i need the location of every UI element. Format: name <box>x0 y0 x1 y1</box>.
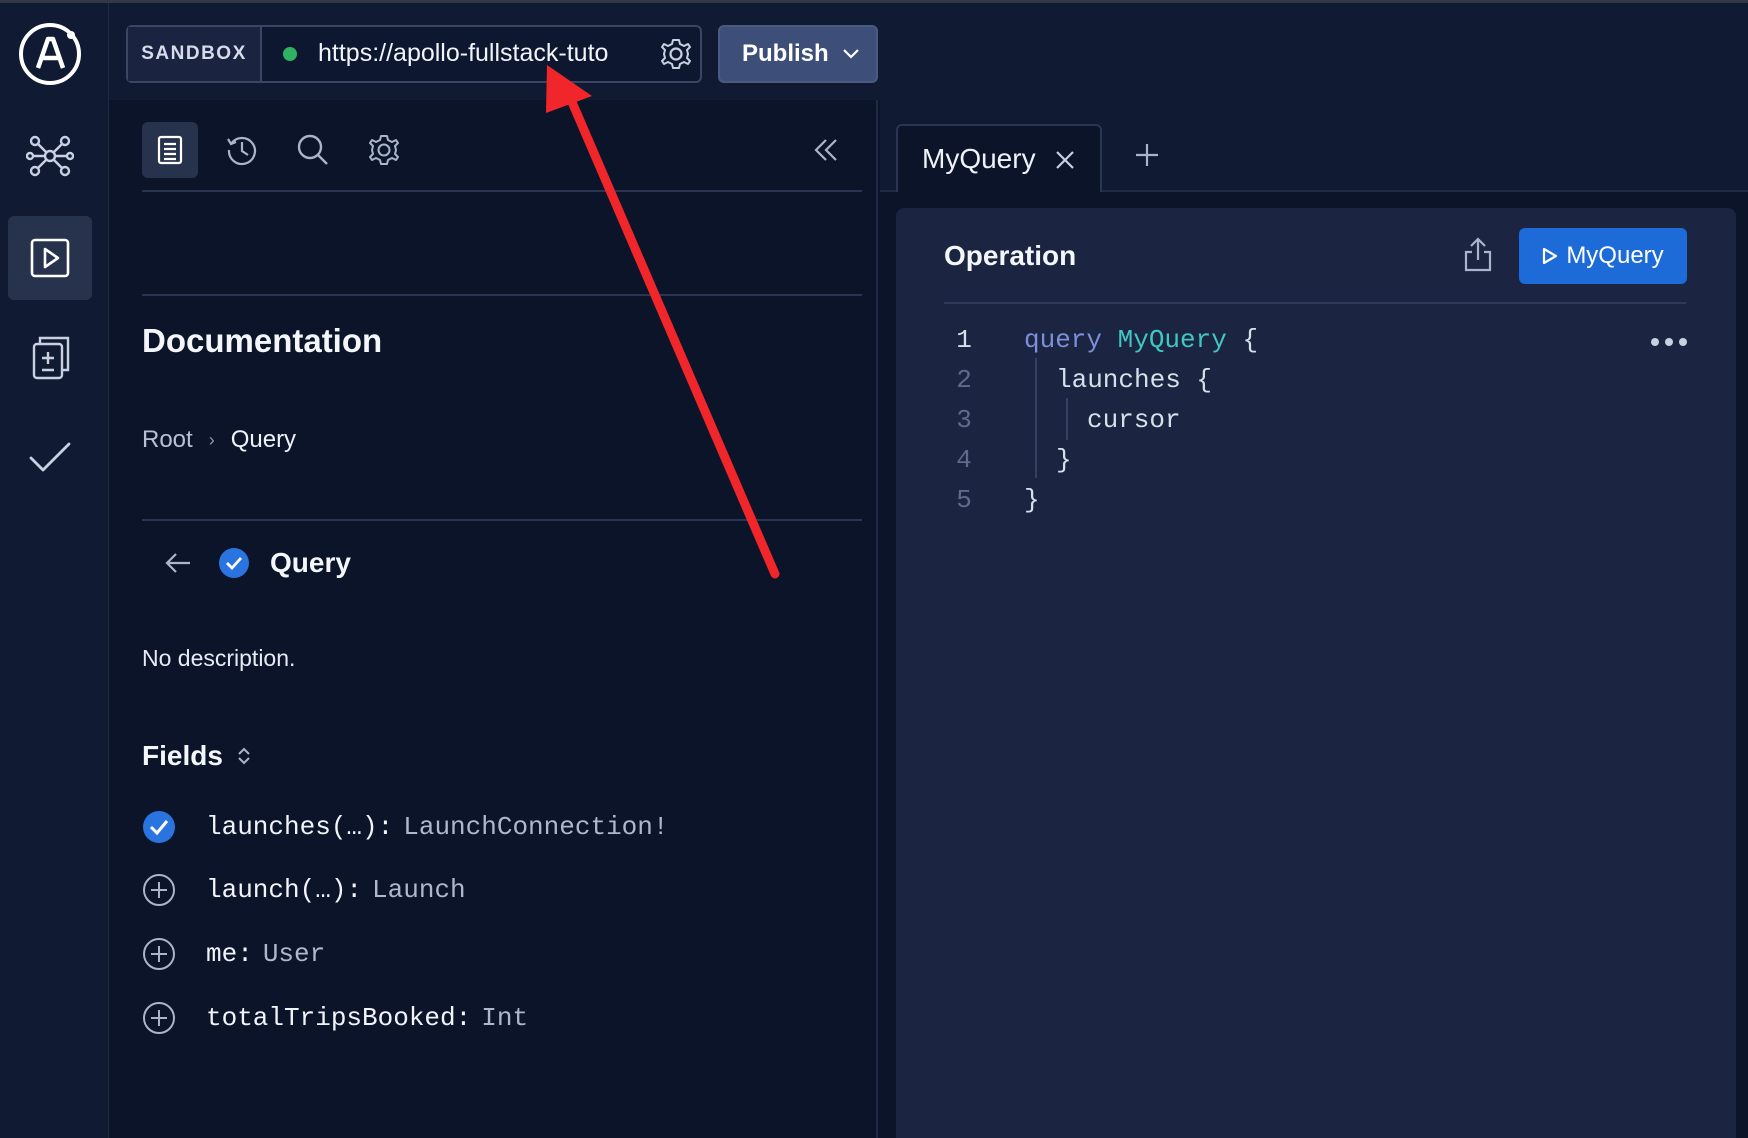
type-name: Query <box>270 547 351 578</box>
tab-myquery[interactable]: MyQuery <box>896 124 1102 192</box>
code-line[interactable]: 1 query MyQuery { <box>944 322 1258 358</box>
field-name[interactable]: me: <box>206 939 253 969</box>
breadcrumb-root[interactable]: Root <box>142 426 193 454</box>
code-text[interactable]: cursor <box>1087 405 1181 435</box>
add-circle-icon[interactable] <box>142 937 176 971</box>
field-row[interactable]: me: User <box>142 936 325 972</box>
more-options-icon[interactable] <box>1650 336 1688 348</box>
indent-guide <box>1035 358 1037 478</box>
field-type[interactable]: LaunchConnection! <box>403 812 668 842</box>
divider <box>142 294 862 296</box>
code-text[interactable]: launches { <box>1056 365 1212 395</box>
code-line[interactable]: 5 } <box>944 482 1039 518</box>
breadcrumb-separator: › <box>208 429 215 450</box>
history-icon <box>227 136 256 166</box>
nav-schema[interactable] <box>8 114 92 198</box>
settings-button[interactable] <box>356 122 412 178</box>
code-line[interactable]: 4 } <box>944 442 1071 478</box>
operation-tab-bar: MyQuery <box>880 100 1748 192</box>
back-arrow-icon[interactable] <box>164 551 192 575</box>
search-button[interactable] <box>285 122 341 178</box>
divider <box>142 519 862 521</box>
chevron-down-icon <box>843 49 859 59</box>
collapse-panel-button[interactable] <box>798 122 854 178</box>
field-type[interactable]: User <box>263 939 325 969</box>
add-circle-icon[interactable] <box>142 1001 176 1035</box>
play-icon <box>1543 247 1558 265</box>
breadcrumb: Root › Query <box>142 426 296 454</box>
field-name[interactable]: totalTripsBooked: <box>206 1003 471 1033</box>
code-text[interactable]: } <box>1024 485 1040 515</box>
checked-circle-icon[interactable] <box>218 547 250 579</box>
publish-button[interactable]: Publish <box>718 25 878 83</box>
history-button[interactable] <box>214 122 270 178</box>
sort-toggle-icon[interactable] <box>237 746 251 766</box>
field-row[interactable]: totalTripsBooked: Int <box>142 1000 528 1036</box>
code-punct: { <box>1226 325 1259 355</box>
run-query-button[interactable]: MyQuery <box>1519 228 1687 284</box>
divider <box>142 190 862 192</box>
settings-icon <box>369 135 399 165</box>
search-icon <box>297 134 328 165</box>
code-line[interactable]: 3 cursor <box>944 402 1180 438</box>
documentation-title: Documentation <box>142 322 383 359</box>
changelog-diff-icon <box>32 336 70 380</box>
line-number: 5 <box>956 485 972 515</box>
fields-header: Fields <box>142 740 251 772</box>
run-query-label: MyQuery <box>1566 242 1664 269</box>
breadcrumb-current: Query <box>230 426 297 453</box>
code-operation-name: MyQuery <box>1117 325 1227 355</box>
fields-title: Fields <box>142 740 223 771</box>
line-number: 1 <box>956 325 972 355</box>
type-header: Query <box>164 547 351 579</box>
publish-label: Publish <box>742 40 829 67</box>
line-number: 2 <box>956 365 972 395</box>
indent-guide <box>1066 398 1068 440</box>
field-row[interactable]: launch(…): Launch <box>142 872 466 908</box>
endpoint-bar: SANDBOX https://apollo-fullstack-tutoria… <box>126 25 702 83</box>
line-number: 4 <box>956 445 972 475</box>
divider <box>944 302 1686 304</box>
nav-changelog[interactable] <box>8 316 92 400</box>
code-keyword: query <box>1024 325 1103 355</box>
share-icon[interactable] <box>1462 236 1494 274</box>
documentation-panel: Documentation Root › Query Query No desc… <box>110 100 878 1138</box>
checked-circle-icon[interactable] <box>142 810 176 844</box>
field-row[interactable]: launches(…): LaunchConnection! <box>142 809 668 845</box>
code-text[interactable]: } <box>1056 445 1072 475</box>
schema-graph-icon <box>26 135 74 177</box>
nav-explorer[interactable] <box>8 216 92 300</box>
sandbox-badge: SANDBOX <box>128 27 262 81</box>
field-type[interactable]: Int <box>481 1003 528 1033</box>
endpoint-settings-gear-icon[interactable] <box>658 36 694 72</box>
top-bar: SANDBOX https://apollo-fullstack-tutoria… <box>0 0 1748 103</box>
add-tab-plus-icon[interactable] <box>1134 142 1160 168</box>
type-description: No description. <box>142 645 296 671</box>
field-name[interactable]: launch(…): <box>206 875 362 905</box>
endpoint-status-dot <box>283 47 297 61</box>
code-text[interactable]: query MyQuery { <box>1024 325 1258 355</box>
field-type[interactable]: Launch <box>372 875 466 905</box>
field-name[interactable]: launches(…): <box>206 812 393 842</box>
left-nav-rail <box>0 100 109 1138</box>
double-chevron-left-icon <box>814 139 837 161</box>
documentation-icon <box>157 135 183 165</box>
endpoint-url-input[interactable]: https://apollo-fullstack-tutorial <box>318 39 608 69</box>
docs-tab-button[interactable] <box>142 122 198 178</box>
nav-checks[interactable] <box>8 416 92 500</box>
operation-editor: Operation MyQuery 1 query MyQuery { 2 la… <box>896 208 1736 1138</box>
operation-title: Operation <box>944 240 1077 271</box>
close-icon[interactable] <box>1054 149 1076 171</box>
checks-icon <box>29 442 71 472</box>
add-circle-icon[interactable] <box>142 873 176 907</box>
code-line[interactable]: 2 launches { <box>944 362 1212 398</box>
line-number: 3 <box>956 405 972 435</box>
logo-cell <box>0 3 109 103</box>
explorer-play-icon <box>30 238 70 278</box>
tab-label: MyQuery <box>922 143 1036 174</box>
apollo-logo-icon[interactable] <box>17 21 83 87</box>
